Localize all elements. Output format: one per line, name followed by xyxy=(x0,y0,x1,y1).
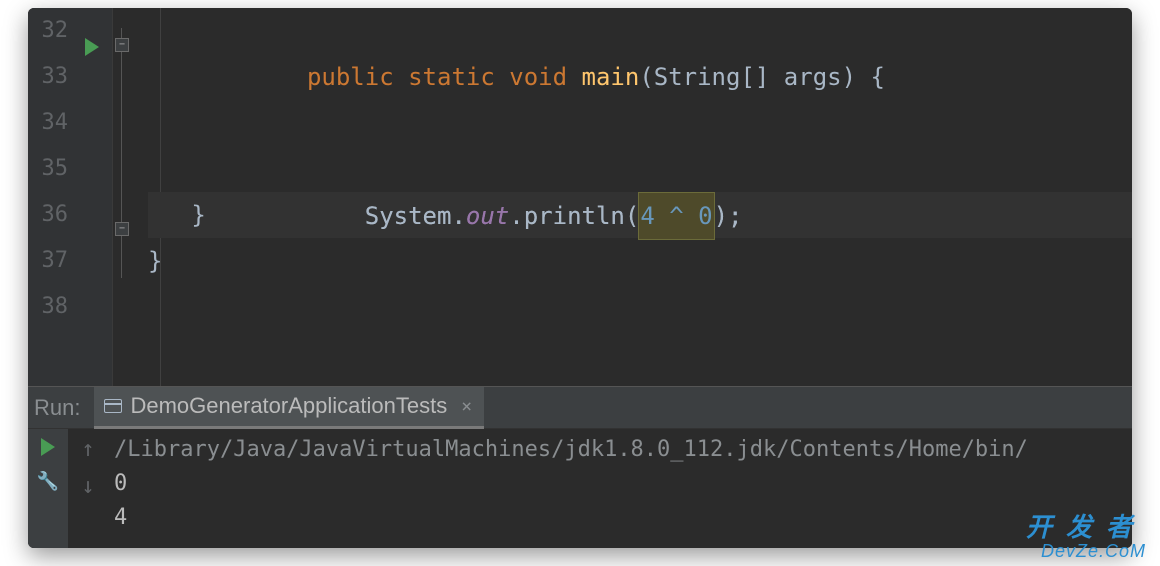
keyword: static xyxy=(408,63,495,91)
ide-window: 32 33 34 35 36 37 38 − − public static v… xyxy=(28,8,1132,548)
line-number: 35 xyxy=(28,146,68,192)
down-stack-icon[interactable]: ↓ xyxy=(81,474,94,499)
run-body: 🔧 ↑ ↓ /Library/Java/JavaVirtualMachines/… xyxy=(28,429,1132,548)
field: out xyxy=(466,202,509,230)
code-line[interactable]: System.out.println(4 ^ 0); xyxy=(148,146,1132,192)
code-text: System. xyxy=(365,202,466,230)
fold-collapse-icon[interactable]: − xyxy=(115,38,129,52)
line-number: 34 xyxy=(28,100,68,146)
run-header: Run: DemoGeneratorApplicationTests × xyxy=(28,387,1132,429)
line-number: 33 xyxy=(28,54,68,100)
params: (String[] args) { xyxy=(639,63,885,91)
keyword: public xyxy=(307,63,394,91)
console-line: 4 xyxy=(114,505,127,530)
console-line: 0 xyxy=(114,471,127,496)
console-command: /Library/Java/JavaVirtualMachines/jdk1.8… xyxy=(114,437,1028,462)
code-line[interactable]: System.out.println(3 ^ 3); xyxy=(148,100,1132,146)
code-text: ); xyxy=(714,202,743,230)
gutter-run-area xyxy=(78,8,112,386)
code-text: } xyxy=(191,201,205,229)
line-number: 36 xyxy=(28,192,68,238)
method-name: main xyxy=(582,63,640,91)
code-line[interactable]: public static void main(String[] args) { xyxy=(148,8,1132,54)
run-line-icon[interactable] xyxy=(85,38,99,56)
code-text: } xyxy=(148,247,162,275)
code-area[interactable]: public static void main(String[] args) {… xyxy=(142,8,1132,386)
run-panel-label: Run: xyxy=(28,395,94,421)
run-tool-window: Run: DemoGeneratorApplicationTests × 🔧 ↑… xyxy=(28,386,1132,548)
line-number: 37 xyxy=(28,238,68,284)
console-output[interactable]: /Library/Java/JavaVirtualMachines/jdk1.8… xyxy=(108,429,1132,548)
application-icon xyxy=(104,399,122,413)
line-number: 38 xyxy=(28,284,68,330)
close-tab-icon[interactable]: × xyxy=(461,396,472,417)
line-number: 32 xyxy=(28,8,68,54)
code-text: .println( xyxy=(509,202,639,230)
up-stack-icon[interactable]: ↑ xyxy=(81,437,94,462)
run-tab-label: DemoGeneratorApplicationTests xyxy=(130,393,447,419)
run-toolbar: 🔧 xyxy=(28,429,68,548)
fold-expand-end-icon[interactable]: − xyxy=(115,222,129,236)
keyword: void xyxy=(509,63,567,91)
code-line[interactable] xyxy=(148,284,1132,330)
settings-button[interactable]: 🔧 xyxy=(38,471,58,491)
run-tab[interactable]: DemoGeneratorApplicationTests × xyxy=(94,387,484,429)
highlighted-expression: 4 ^ 0 xyxy=(638,192,714,240)
line-number-gutter: 32 33 34 35 36 37 38 xyxy=(28,8,78,386)
code-editor[interactable]: 32 33 34 35 36 37 38 − − public static v… xyxy=(28,8,1132,386)
fold-gutter: − − xyxy=(112,8,142,386)
code-line[interactable]: } xyxy=(148,238,1132,284)
run-nav: ↑ ↓ xyxy=(68,429,108,548)
rerun-button[interactable] xyxy=(38,437,58,457)
